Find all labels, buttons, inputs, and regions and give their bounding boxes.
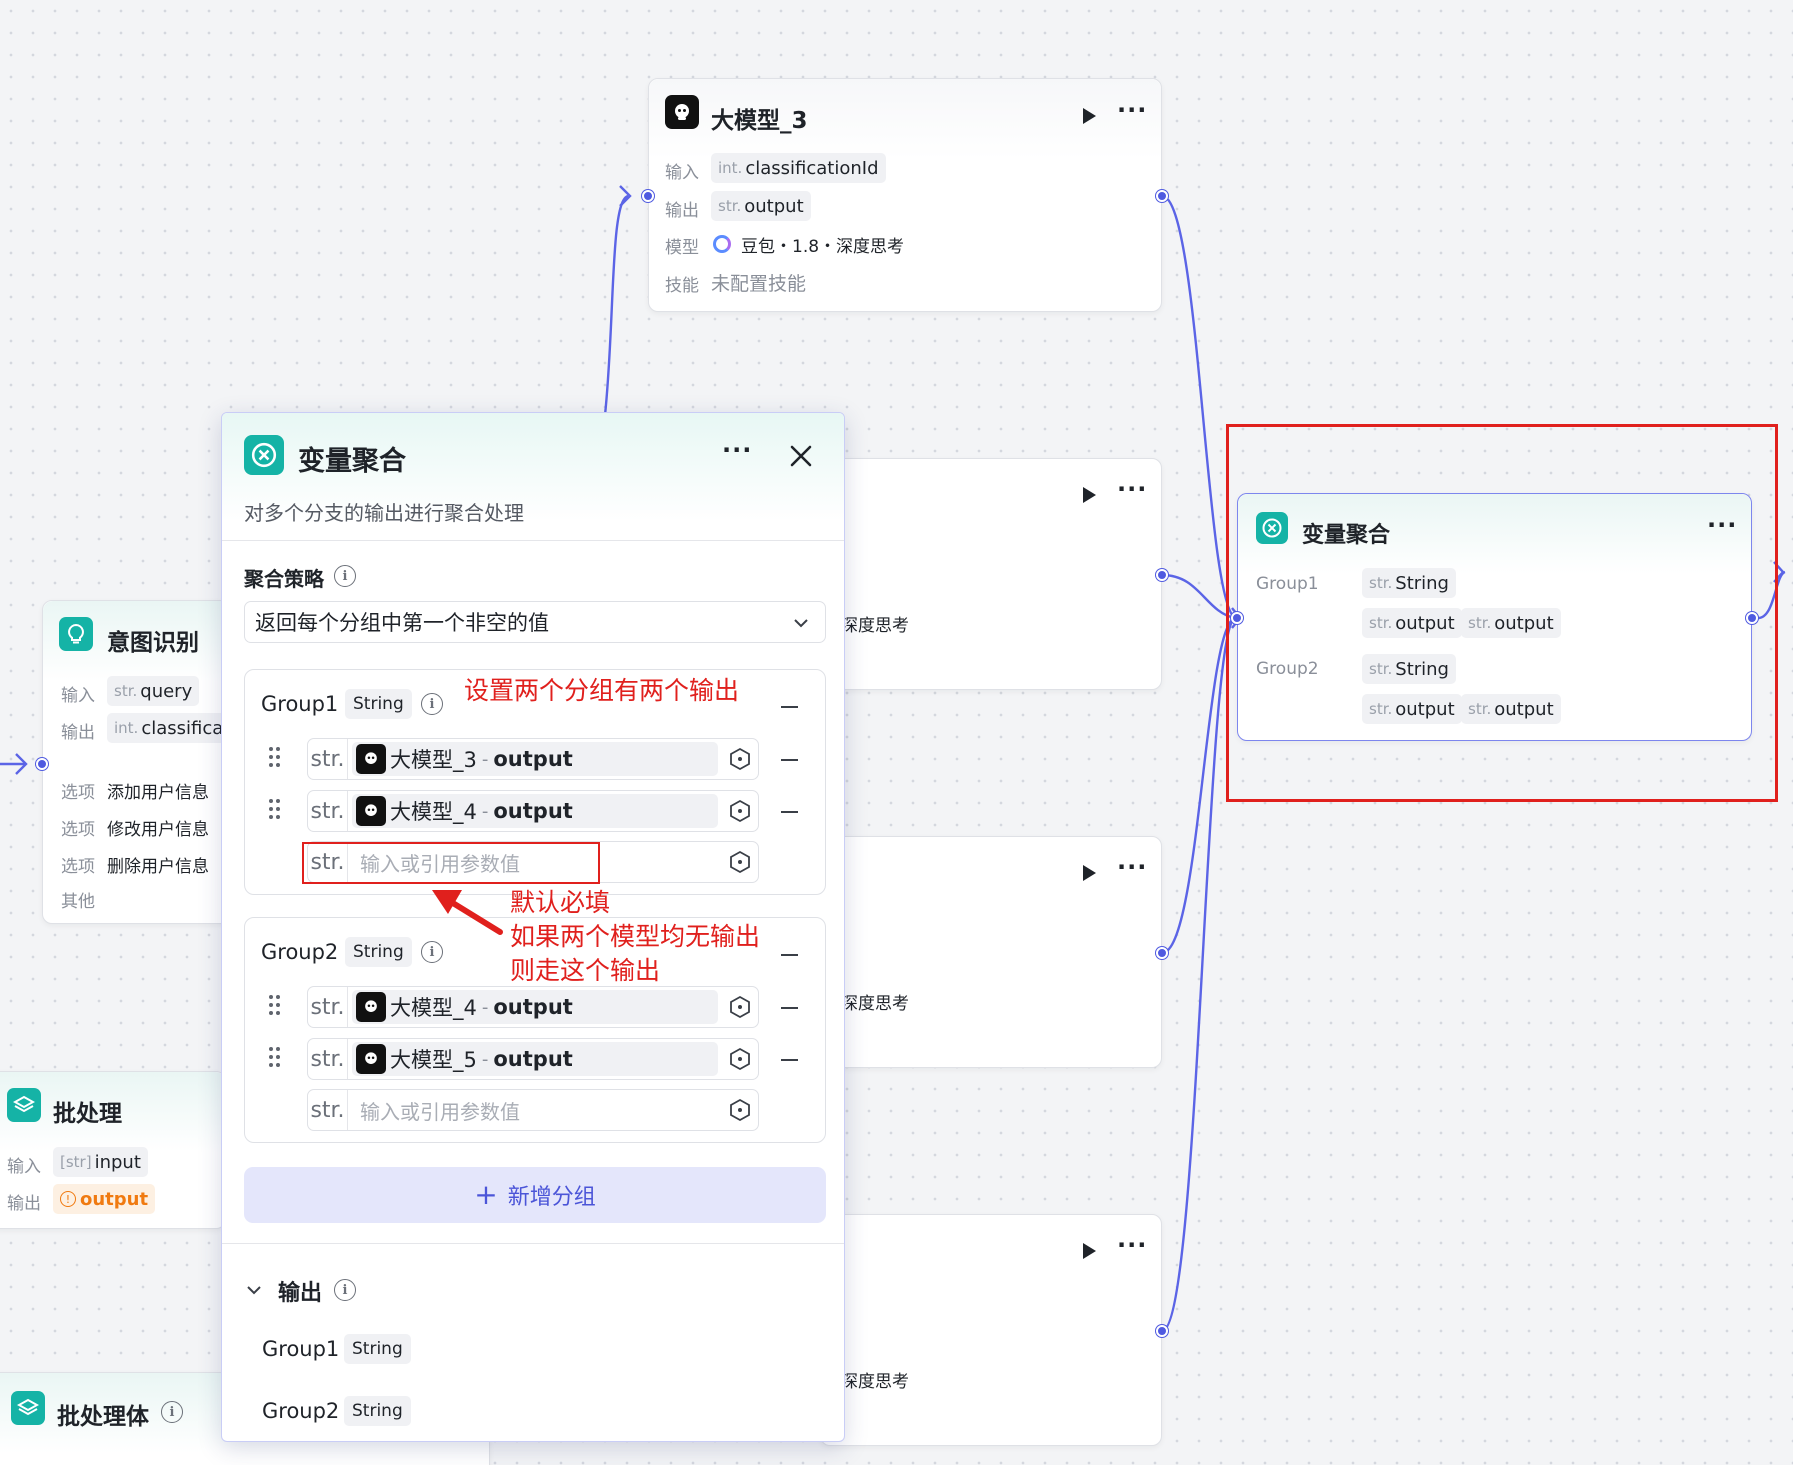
annotation-note2: 默认必填 如果两个模型均无输出 则走这个输出 [510,888,761,985]
annotation-arrow [432,890,503,935]
